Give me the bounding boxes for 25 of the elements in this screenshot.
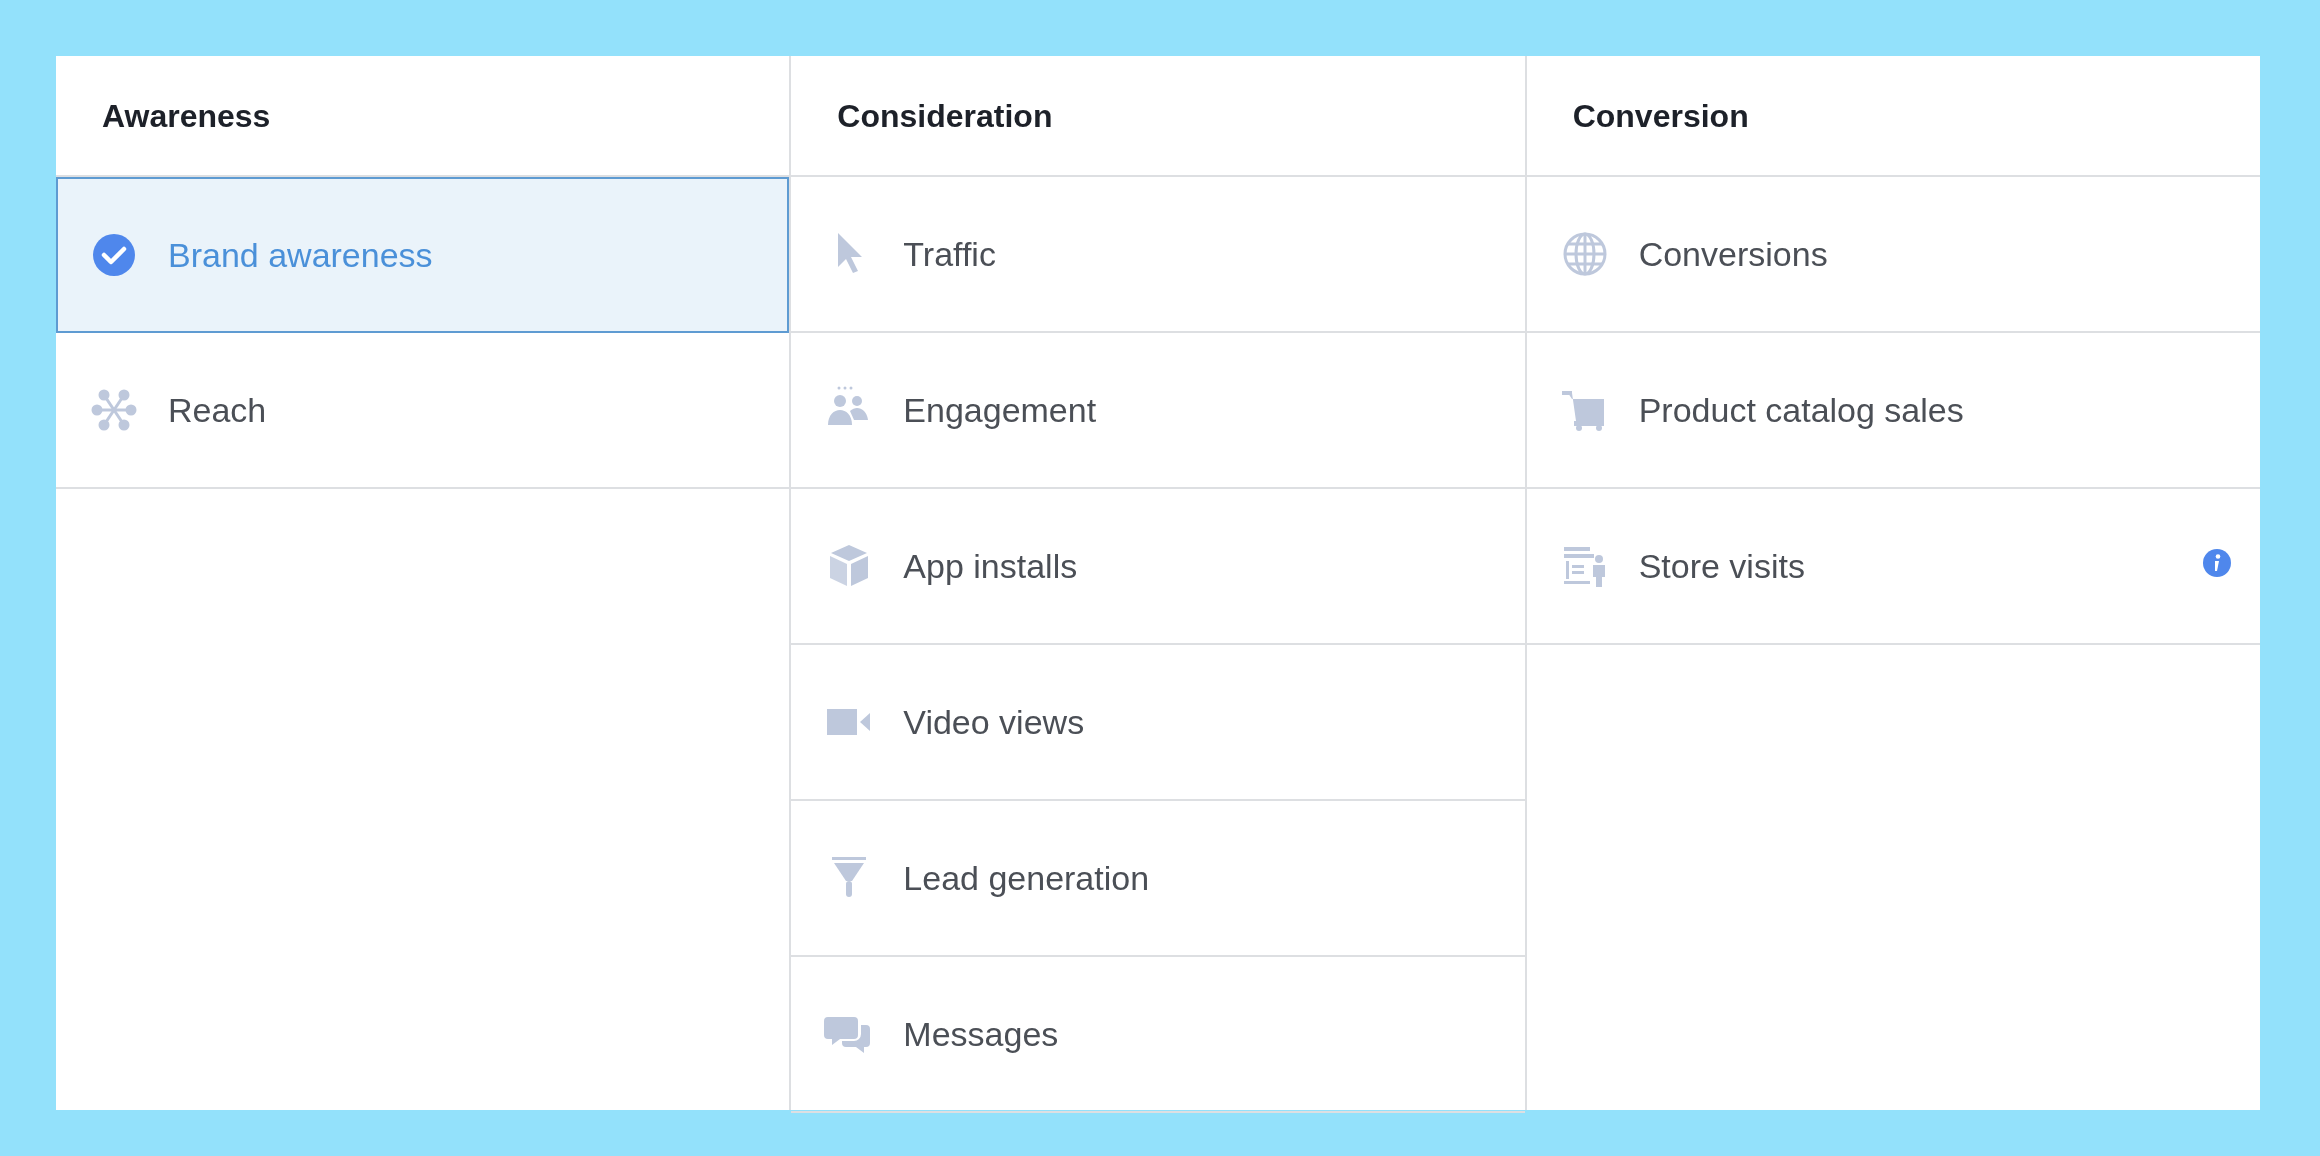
objective-option[interactable]: Conversions (1526, 177, 2260, 333)
option-label: Store visits (1638, 545, 1805, 587)
objective-option[interactable]: App installs (791, 489, 1525, 645)
column-header: Consideration (791, 56, 1525, 177)
info-icon[interactable] (2202, 548, 2232, 578)
option-label: Messages (903, 1013, 1059, 1055)
objective-option[interactable]: Reach (56, 333, 790, 489)
objective-option[interactable]: Messages (791, 957, 1525, 1113)
column-header: Conversion (1526, 56, 2260, 177)
objective-option[interactable]: Engagement (791, 333, 1525, 489)
objective-option[interactable]: Video views (791, 645, 1525, 801)
option-label: Traffic (903, 233, 996, 275)
option-label: Brand awareness (168, 234, 433, 276)
option-label: Conversions (1638, 233, 1828, 275)
objective-option[interactable]: Product catalog sales (1526, 333, 2260, 489)
objective-option[interactable]: Traffic (791, 177, 1525, 333)
objective-option[interactable]: Store visits (1526, 489, 2260, 645)
option-label: Reach (168, 389, 267, 431)
check-circle-icon (92, 233, 136, 277)
option-label: App installs (903, 545, 1078, 587)
option-label: Product catalog sales (1638, 389, 1964, 431)
option-label: Video views (903, 701, 1085, 743)
option-label: Engagement (903, 389, 1097, 431)
option-label: Lead generation (903, 857, 1150, 899)
objective-option[interactable]: Lead generation (791, 801, 1525, 957)
